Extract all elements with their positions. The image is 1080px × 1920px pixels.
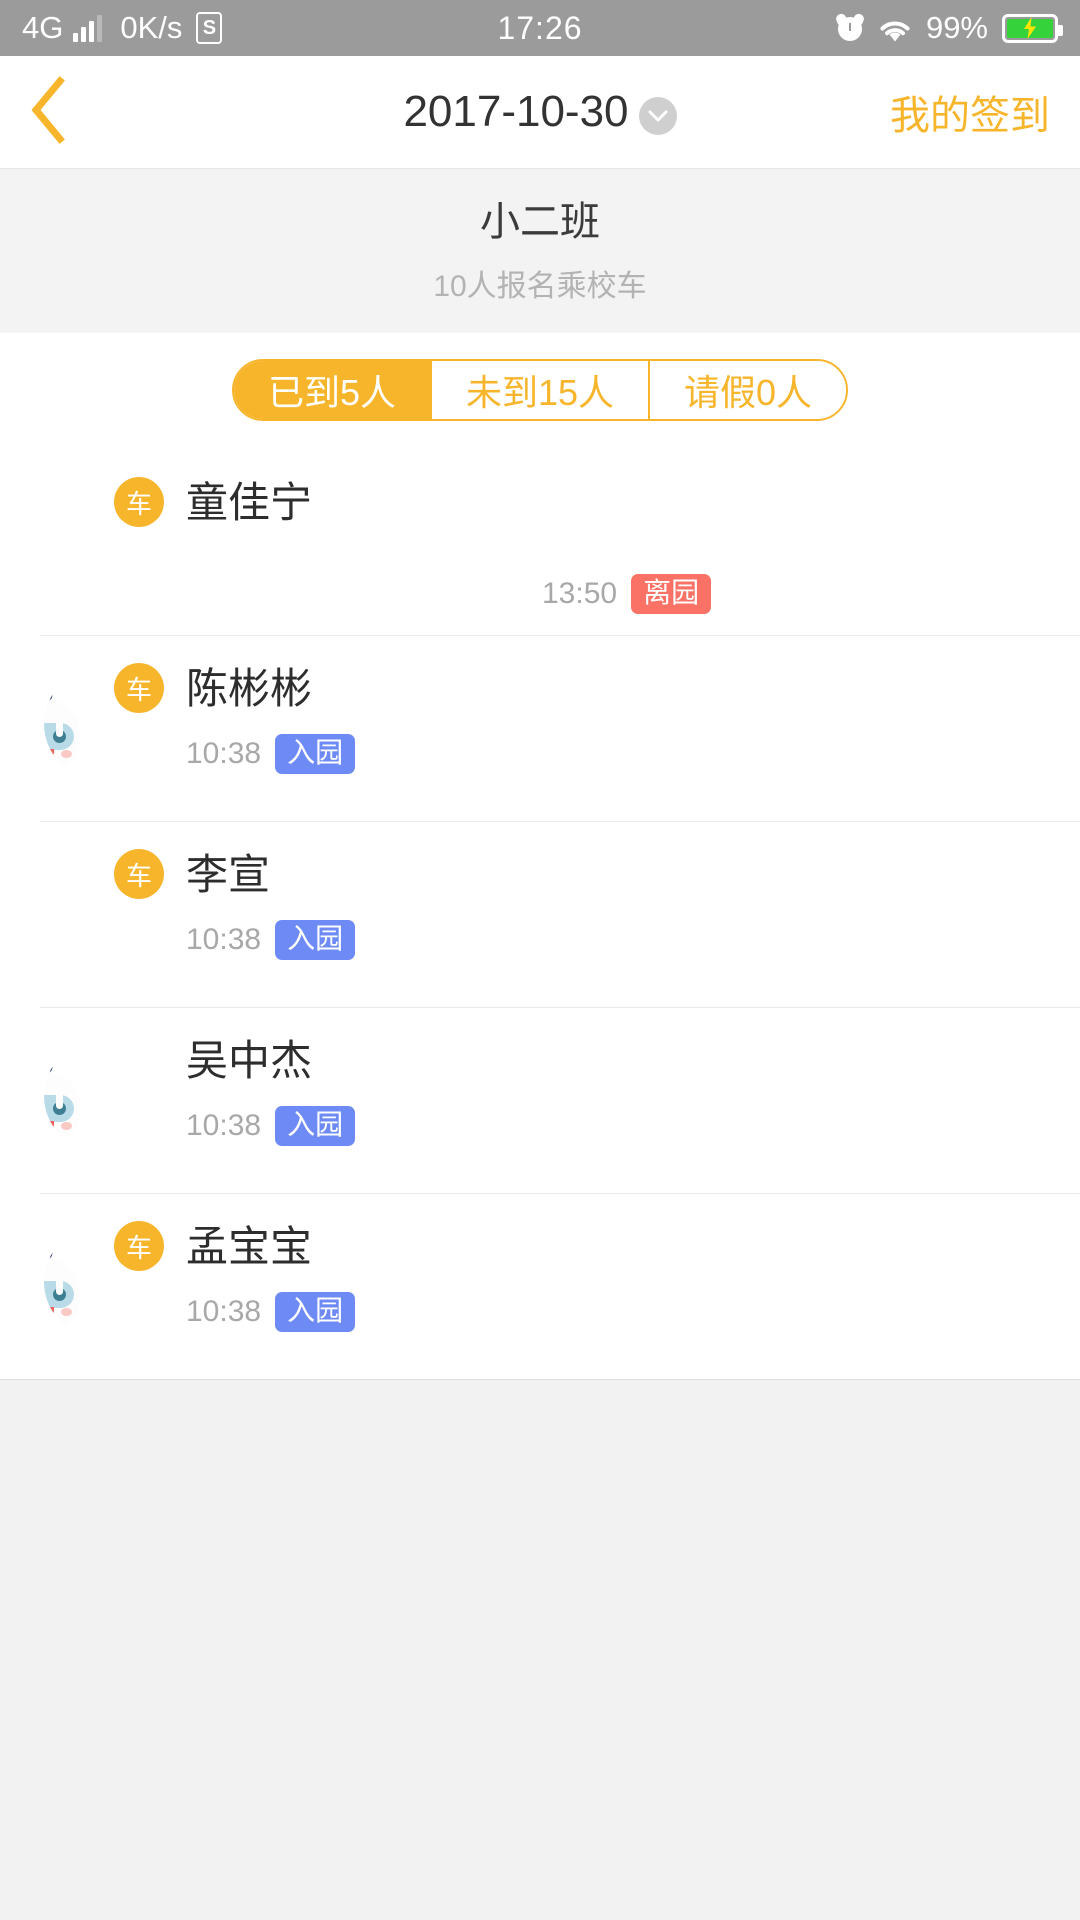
- tab-label: 请假0人: [684, 372, 813, 413]
- tab-0[interactable]: 已到5人: [233, 361, 432, 419]
- student-info: 吴中杰 10:38 入园: [186, 1029, 1080, 1146]
- student-row[interactable]: 车李宣 10:38 入园: [0, 821, 1080, 1007]
- avatar[interactable]: 车: [44, 477, 164, 593]
- student-status: 10:38 入园: [186, 1105, 1040, 1146]
- navigation-bar: 2017-10-30 我的签到: [0, 56, 1080, 168]
- status-badge: 入园: [275, 733, 356, 774]
- student-status: 10:38 入园: [186, 1291, 1040, 1332]
- battery-charging-icon: [1002, 13, 1063, 43]
- status-badge: 入园: [275, 919, 356, 960]
- student-row[interactable]: 车陈彬彬 10:38 入园: [0, 635, 1080, 821]
- checkin-time: 10:38: [186, 1294, 262, 1328]
- my-checkin-button[interactable]: 我的签到: [890, 56, 1050, 168]
- status-bar-right: 99%: [834, 0, 1063, 56]
- student-status: 10:38 入园: [186, 919, 1040, 960]
- tab-1[interactable]: 未到15人: [431, 361, 651, 419]
- student-list: 车童佳宁 13:50 离园车陈彬彬 10:38 入园车李宣 10:38 入园 吴中杰 10:38…: [0, 449, 1080, 1379]
- page-background-filler: [0, 1380, 1080, 1900]
- class-bus-count-label: 10人报名乘校车: [433, 270, 647, 303]
- status-bar: 4G 0K/s S 17:26 99%: [0, 0, 1080, 56]
- segmented-control[interactable]: 已到5人 未到15人 请假0人: [231, 359, 849, 421]
- student-info: 李宣 10:38 入园: [186, 843, 1080, 960]
- avatar[interactable]: 车: [44, 849, 164, 965]
- attendance-filter-bar: 已到5人 未到15人 请假0人: [0, 333, 1080, 449]
- class-name-label: 小二班: [480, 200, 600, 244]
- student-name: 陈彬彬: [186, 665, 313, 712]
- status-badge: 离园: [631, 573, 712, 614]
- student-row[interactable]: 车童佳宁 13:50 离园: [0, 449, 1080, 635]
- battery-percent-label: 99%: [925, 10, 988, 45]
- student-name: 孟宝宝: [186, 1223, 313, 1270]
- tab-label: 未到15人: [465, 372, 615, 413]
- avatar[interactable]: 车: [44, 1221, 164, 1337]
- bus-badge-icon: 车: [114, 663, 164, 713]
- page-title: 2017-10-30: [403, 87, 629, 136]
- avatar-image: [44, 1041, 154, 1151]
- bus-badge-icon: 车: [114, 1221, 164, 1271]
- student-name: 吴中杰: [186, 1037, 313, 1084]
- bus-badge-icon: 车: [114, 849, 164, 899]
- bus-badge-icon: 车: [114, 477, 164, 527]
- status-badge: 入园: [275, 1105, 356, 1146]
- student-info: 童佳宁 13:50 离园: [186, 471, 1080, 614]
- student-info: 陈彬彬 10:38 入园: [186, 657, 1080, 774]
- student-info: 孟宝宝 10:38 入园: [186, 1215, 1080, 1332]
- student-status: 10:38 入园: [186, 733, 1040, 774]
- class-header: 小二班 10人报名乘校车: [0, 168, 1080, 333]
- student-row[interactable]: 吴中杰 10:38 入园: [0, 1007, 1080, 1193]
- chevron-down-icon[interactable]: [638, 97, 677, 135]
- alarm-clock-icon: [834, 12, 866, 42]
- student-name: 李宣: [186, 851, 271, 898]
- tab-2[interactable]: 请假0人: [650, 361, 847, 419]
- checkin-time: 10:38: [186, 1108, 262, 1142]
- checkin-time: 10:38: [186, 736, 262, 770]
- avatar[interactable]: [44, 1041, 154, 1151]
- student-status: 13:50 离园: [542, 573, 1040, 614]
- avatar[interactable]: 车: [44, 663, 164, 779]
- app-screen: 4G 0K/s S 17:26 99% 2017-10-30 我的签到 小二班 …: [0, 0, 1080, 1920]
- student-name: 童佳宁: [186, 479, 313, 526]
- checkin-time: 13:50: [542, 576, 618, 610]
- wifi-icon: [878, 15, 912, 42]
- checkin-time: 10:38: [186, 922, 262, 956]
- student-row[interactable]: 车孟宝宝 10:38 入园: [0, 1193, 1080, 1379]
- status-badge: 入园: [275, 1291, 356, 1332]
- tab-label: 已到5人: [267, 372, 396, 413]
